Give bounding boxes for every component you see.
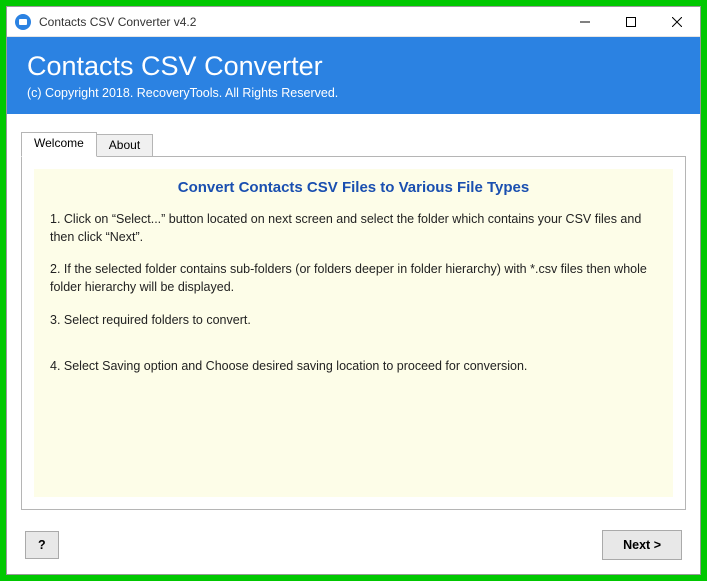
tab-strip: Welcome About [21,132,686,156]
tab-about[interactable]: About [97,134,153,156]
step-2: 2. If the selected folder contains sub-f… [50,260,657,296]
header-title: Contacts CSV Converter [27,51,680,82]
tab-welcome[interactable]: Welcome [21,132,97,157]
app-window: Contacts CSV Converter v4.2 Contacts CSV… [6,6,701,575]
header-banner: Contacts CSV Converter (c) Copyright 201… [7,37,700,114]
content-title: Convert Contacts CSV Files to Various Fi… [50,179,657,196]
window-title: Contacts CSV Converter v4.2 [39,15,562,29]
footer: ? Next > [7,520,700,574]
welcome-pane: Convert Contacts CSV Files to Various Fi… [34,169,673,497]
step-4: 4. Select Saving option and Choose desir… [50,357,657,375]
maximize-button[interactable] [608,7,654,36]
app-icon [15,14,31,30]
help-button[interactable]: ? [25,531,59,559]
minimize-button[interactable] [562,7,608,36]
close-button[interactable] [654,7,700,36]
next-button[interactable]: Next > [602,530,682,560]
step-3: 3. Select required folders to convert. [50,311,657,329]
titlebar: Contacts CSV Converter v4.2 [7,7,700,37]
window-controls [562,7,700,36]
step-1: 1. Click on “Select...” button located o… [50,210,657,246]
header-subtitle: (c) Copyright 2018. RecoveryTools. All R… [27,86,680,100]
main-body: Welcome About Convert Contacts CSV Files… [7,114,700,520]
tab-content: Convert Contacts CSV Files to Various Fi… [21,156,686,510]
